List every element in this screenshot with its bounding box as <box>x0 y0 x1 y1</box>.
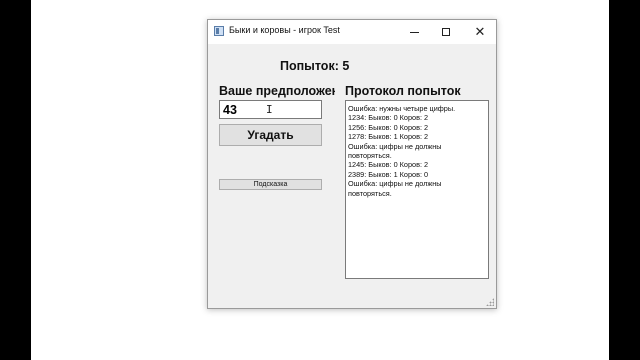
log-line: 1278: Быков: 1 Коров: 2 <box>348 132 429 142</box>
game-window: Быки и коровы - игрок Test ✕ Попыток: 5 … <box>207 19 497 309</box>
log-label: Протокол попыток <box>345 84 461 98</box>
minimize-icon <box>409 31 419 33</box>
guess-button[interactable]: Угадать <box>219 124 322 146</box>
app-window-icon <box>214 26 224 36</box>
title-bar[interactable]: Быки и коровы - игрок Test ✕ <box>208 20 496 44</box>
hint-button[interactable]: Подсказка <box>219 179 322 190</box>
attempts-log[interactable]: Ошибка: нужны четыре цифры. 1234: Быков:… <box>345 100 489 279</box>
window-title: Быки и коровы - игрок Test <box>229 25 340 35</box>
attempts-count: Попыток: 5 <box>280 59 350 73</box>
close-button[interactable]: ✕ <box>464 20 496 44</box>
log-line: Ошибка: нужны четыре цифры. <box>348 104 456 113</box>
window-content: Попыток: 5 Ваше предположение I Угадать … <box>208 44 496 308</box>
log-line: 1256: Быков: 0 Коров: 2 <box>348 122 429 132</box>
minimize-button[interactable] <box>398 20 430 44</box>
maximize-icon <box>442 28 450 36</box>
log-line: 1234: Быков: 0 Коров: 2 <box>348 113 429 123</box>
desktop-screen: Быки и коровы - игрок Test ✕ Попыток: 5 … <box>31 0 609 360</box>
text-cursor-icon: I <box>266 103 273 116</box>
close-icon: ✕ <box>474 24 486 40</box>
log-line: повторяться. <box>348 188 392 198</box>
log-line: Ошибка: цифры не должны <box>348 141 442 151</box>
log-line: повторяться. <box>348 151 392 161</box>
guess-label: Ваше предположение <box>219 84 335 98</box>
log-line: 2389: Быков: 1 Коров: 0 <box>348 169 429 179</box>
log-line: 1245: Быков: 0 Коров: 2 <box>348 160 429 170</box>
maximize-button[interactable] <box>430 20 462 44</box>
log-line: Ошибка: цифры не должны <box>348 179 442 189</box>
